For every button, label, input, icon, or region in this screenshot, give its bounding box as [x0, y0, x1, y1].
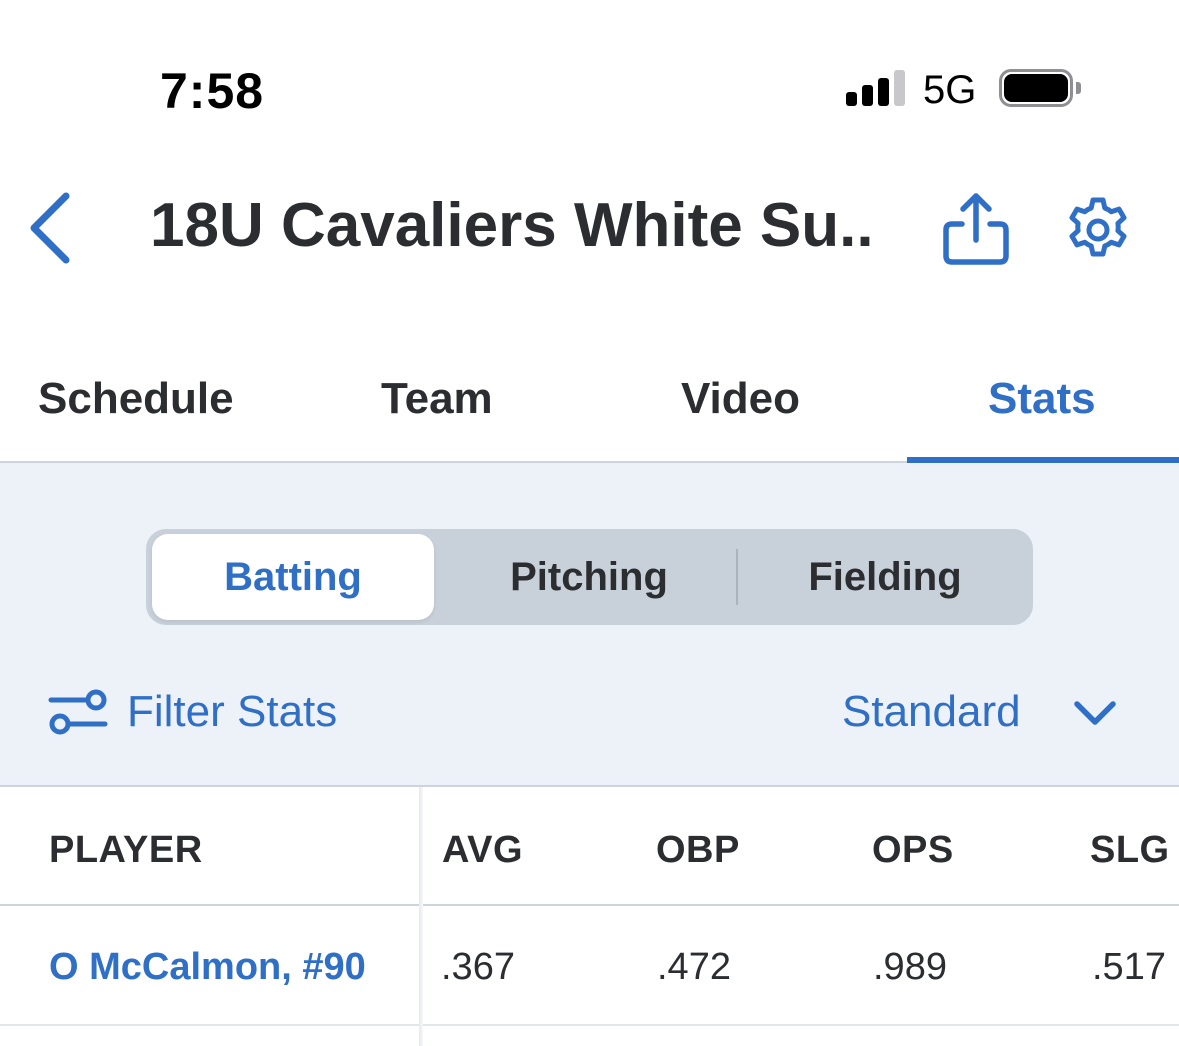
- cell-ops: .989: [873, 946, 947, 988]
- column-header-obp[interactable]: OBP: [656, 829, 740, 872]
- tab-team[interactable]: Team: [381, 374, 493, 424]
- frozen-column-divider: [419, 787, 423, 1046]
- segment-pitching[interactable]: Pitching: [442, 534, 736, 620]
- segment-batting[interactable]: Batting: [152, 534, 434, 620]
- settings-button[interactable]: [1060, 192, 1136, 268]
- status-time: 7:58: [160, 63, 265, 119]
- battery-icon: [999, 69, 1081, 107]
- back-chevron-icon: [30, 192, 70, 264]
- column-header-ops[interactable]: OPS: [872, 829, 954, 872]
- filter-row: Filter Stats Standard: [0, 683, 1179, 743]
- tab-schedule[interactable]: Schedule: [38, 374, 234, 424]
- column-header-avg[interactable]: AVG: [442, 829, 523, 872]
- player-name-link[interactable]: O McCalmon, #90: [49, 946, 366, 989]
- table-header: PLAYER AVG OBP OPS SLG: [0, 787, 1179, 906]
- segment-fielding[interactable]: Fielding: [738, 534, 1032, 620]
- filter-stats-button[interactable]: Filter Stats: [127, 687, 337, 737]
- cell-slg: .517: [1092, 946, 1166, 988]
- cell-obp: .472: [657, 946, 731, 988]
- page-title: 18U Cavaliers White Su...: [150, 191, 870, 260]
- stat-view-select[interactable]: Standard: [842, 687, 1021, 737]
- stats-panel: Batting Pitching Fielding Filter Stats S…: [0, 463, 1179, 787]
- filter-sliders-icon[interactable]: [47, 687, 109, 737]
- network-type: 5G: [923, 68, 977, 112]
- chevron-down-icon[interactable]: [1072, 695, 1118, 731]
- table-row[interactable]: O McCalmon, #90 .367 .472 .989 .517: [0, 906, 1179, 1026]
- stats-table: PLAYER AVG OBP OPS SLG O McCalmon, #90 .…: [0, 787, 1179, 1046]
- back-button[interactable]: [22, 188, 82, 268]
- tab-video[interactable]: Video: [681, 374, 800, 424]
- status-bar: 7:58 5G: [0, 0, 1179, 150]
- column-header-player[interactable]: PLAYER: [49, 829, 203, 872]
- stats-segmented-control: Batting Pitching Fielding: [146, 529, 1033, 625]
- cell-avg: .367: [441, 946, 515, 988]
- tab-bar: Schedule Team Video Stats: [0, 340, 1179, 463]
- tab-stats[interactable]: Stats: [988, 374, 1096, 424]
- share-button[interactable]: [938, 190, 1014, 270]
- share-icon: [943, 193, 1009, 265]
- nav-header: 18U Cavaliers White Su...: [0, 150, 1179, 310]
- column-header-slg[interactable]: SLG: [1090, 829, 1170, 872]
- gear-icon: [1069, 197, 1127, 257]
- signal-icon: [846, 70, 906, 106]
